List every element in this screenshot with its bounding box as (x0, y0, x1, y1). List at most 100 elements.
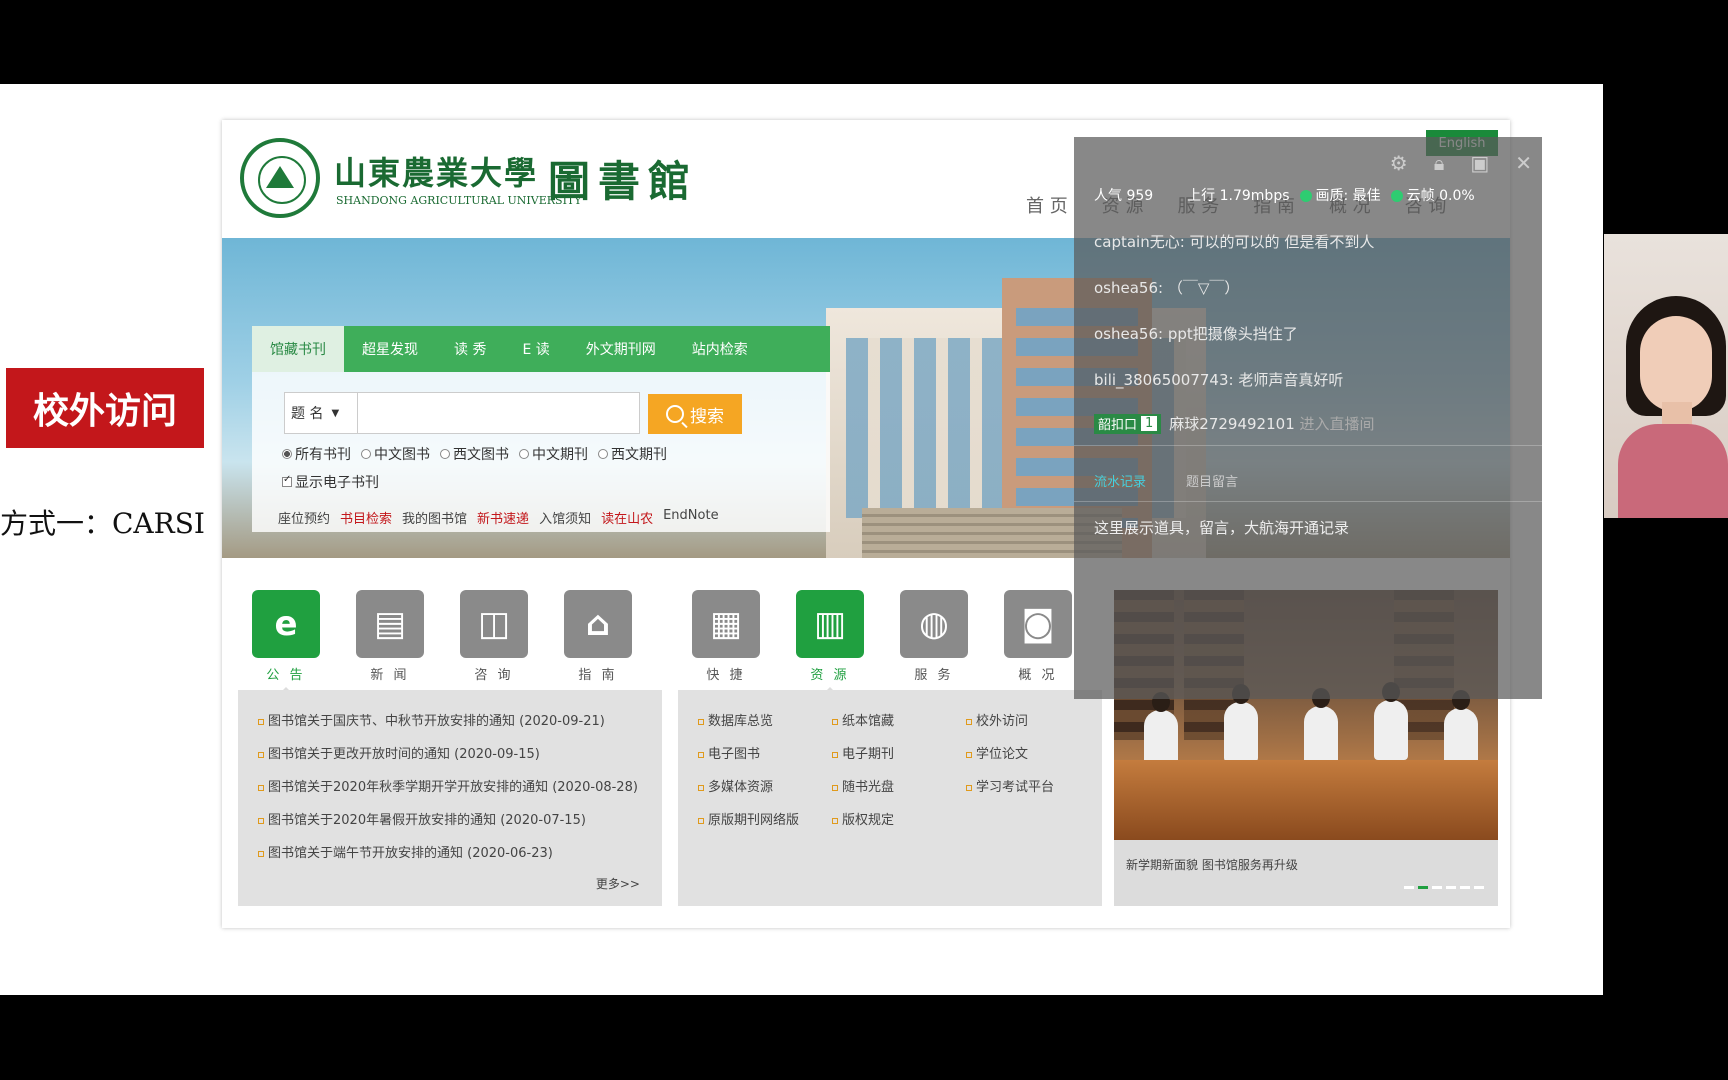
icon-services[interactable]: ◍ 服 务 (900, 590, 968, 683)
radio-western-journals[interactable]: 西文期刊 (598, 444, 667, 464)
link-reading[interactable]: 读在山农 (601, 508, 653, 527)
tab-catalog[interactable]: 馆藏书刊 (252, 326, 344, 372)
search-field-value: 题 名 (291, 406, 324, 422)
icon-announcements[interactable]: e 公 告 (252, 590, 320, 695)
method-text: 方式一：CARSI (0, 507, 205, 540)
quick-links: 座位预约 书目检索 我的图书馆 新书速递 入馆须知 读在山农 EndNote (278, 508, 719, 527)
screen: 校外访问 方式一：CARSI 山東農業大學 SHANDONG AGRICULTU… (0, 0, 1728, 1080)
slideshow-dots (1404, 886, 1484, 889)
university-seal-icon (240, 138, 320, 218)
overlay-hint: 这里展示道具，留言，大航海开通记录 (1094, 519, 1350, 537)
search-scope-radios: 所有书刊 中文图书 西文图书 中文期刊 西文期刊 (282, 444, 667, 464)
tab-superstar[interactable]: 超星发现 (344, 326, 436, 372)
camera-icon[interactable]: ▣ (1470, 151, 1489, 175)
tab-site-search[interactable]: 站内检索 (674, 326, 766, 372)
nav-home[interactable]: 首 页 (1026, 192, 1068, 218)
status-dot-icon (1390, 190, 1403, 202)
slide-dot[interactable] (1404, 886, 1414, 889)
notice-item[interactable]: 图书馆关于国庆节、中秋节开放安排的通知 (2020-09-21) (258, 710, 605, 729)
resource-link[interactable]: 电子期刊 (832, 743, 894, 762)
radio-chinese-journals[interactable]: 中文期刊 (519, 444, 588, 464)
slide-dot[interactable] (1432, 886, 1442, 889)
book-icon: ◫ (460, 590, 528, 658)
icon-consult[interactable]: ◫ 咨 询 (460, 590, 528, 683)
notice-panel: 图书馆关于国庆节、中秋节开放安排的通知 (2020-09-21) 图书馆关于更改… (238, 690, 662, 906)
search-button-label: 搜索 (690, 406, 724, 427)
status-dot-icon (1299, 190, 1312, 202)
university-english-name: SHANDONG AGRICULTURAL UNIVERSITY (336, 194, 582, 207)
slide-dot[interactable] (1460, 886, 1470, 889)
ebook-checkbox[interactable]: 显示电子书刊 (282, 472, 379, 492)
overlay-tabs: 流水记录 题目留言 (1094, 471, 1238, 490)
resource-link[interactable]: 原版期刊网络版 (698, 809, 799, 828)
stream-stats: 人气 959 上行 1.79mbps 画质: 最佳 云帧 0.0% (1094, 185, 1475, 205)
resource-link[interactable]: 版权规定 (832, 809, 894, 828)
join-message: 韶扣口 1 麻球2729492101 进入直播间 (1094, 413, 1375, 434)
link-my-library[interactable]: 我的图书馆 (402, 508, 467, 527)
gear-icon[interactable]: ⚙ (1390, 151, 1408, 175)
resource-link[interactable]: 学习考试平台 (966, 776, 1054, 795)
tab-duxiu[interactable]: 读 秀 (436, 326, 504, 372)
slide-dot[interactable] (1418, 886, 1428, 889)
radio-western-books[interactable]: 西文图书 (440, 444, 509, 464)
tab-question-messages[interactable]: 题目留言 (1186, 471, 1238, 490)
fan-badge: 韶扣口 1 (1094, 413, 1162, 434)
search-tabs: 馆藏书刊 超星发现 读 秀 E 读 外文期刊网 站内检索 (252, 326, 830, 372)
slide-dot[interactable] (1474, 886, 1484, 889)
dropdown-arrow-icon: ▼ (331, 407, 340, 419)
slide-dot[interactable] (1446, 886, 1456, 889)
radio-all[interactable]: 所有书刊 (282, 444, 351, 464)
search-doc-icon: ◙ (1004, 590, 1072, 658)
chat-message: oshea56: （￣▽￣） (1094, 279, 1240, 297)
chat-message: bili_38065007743: 老师声音真好听 (1094, 371, 1344, 389)
link-catalog-search[interactable]: 书目检索 (340, 508, 392, 527)
resource-link[interactable]: 纸本馆藏 (832, 710, 894, 729)
notice-item[interactable]: 图书馆关于更改开放时间的通知 (2020-09-15) (258, 743, 540, 762)
icon-resources[interactable]: ▥ 资 源 (796, 590, 864, 695)
tab-foreign-journals[interactable]: 外文期刊网 (568, 326, 674, 372)
globe-icon: ◍ (900, 590, 968, 658)
tab-e-read[interactable]: E 读 (504, 326, 567, 372)
notice-item[interactable]: 图书馆关于端午节开放安排的通知 (2020-06-23) (258, 842, 553, 861)
slideshow-caption[interactable]: 新学期新面貌 图书馆服务再升级 (1126, 856, 1298, 873)
search-input[interactable] (358, 392, 640, 434)
grid-icon: ▦ (692, 590, 760, 658)
link-seat-booking[interactable]: 座位预约 (278, 508, 330, 527)
notice-item[interactable]: 图书馆关于2020年暑假开放安排的通知 (2020-07-15) (258, 809, 586, 828)
university-name: 山東農業大學 (334, 154, 539, 192)
close-icon[interactable]: ✕ (1515, 151, 1532, 175)
icon-guide[interactable]: ⌂ 指 南 (564, 590, 632, 683)
icon-news[interactable]: ▤ 新 闻 (356, 590, 424, 683)
news-icon: ▤ (356, 590, 424, 658)
cloud-stat: 云帧 0.0% (1390, 185, 1475, 205)
radio-chinese-books[interactable]: 中文图书 (361, 444, 430, 464)
webcam-video (1604, 234, 1728, 518)
resource-link[interactable]: 电子图书 (698, 743, 760, 762)
live-stream-overlay: ⚙ 🔒︎ ▣ ✕ 人气 959 上行 1.79mbps 画质: 最佳 云帧 0.… (1074, 137, 1542, 699)
upload-stat: 上行 1.79mbps (1187, 188, 1290, 204)
notice-item[interactable]: 图书馆关于2020年秋季学期开学开放安排的通知 (2020-08-28) (258, 776, 638, 795)
library-name: 圖書館 (548, 157, 699, 206)
resource-link[interactable]: 多媒体资源 (698, 776, 773, 795)
lock-icon[interactable]: 🔒︎ (1434, 151, 1445, 175)
quality-stat: 画质: 最佳 (1299, 185, 1381, 205)
search-button[interactable]: 搜索 (648, 394, 742, 434)
resource-link[interactable]: 学位论文 (966, 743, 1028, 762)
chat-message: oshea56: ppt把摄像头挡住了 (1094, 325, 1298, 343)
resource-link[interactable]: 随书光盘 (832, 776, 894, 795)
ie-icon: e (252, 590, 320, 658)
search-icon (666, 405, 684, 423)
tab-flow-records[interactable]: 流水记录 (1094, 471, 1146, 490)
icon-quick[interactable]: ▦ 快 捷 (692, 590, 760, 683)
books-icon: ▥ (796, 590, 864, 658)
overlay-toolbar: ⚙ 🔒︎ ▣ ✕ (1390, 151, 1532, 175)
link-entry-notice[interactable]: 入馆须知 (539, 508, 591, 527)
search-field-select[interactable]: 题 名 ▼ (284, 392, 358, 434)
link-new-books[interactable]: 新书速递 (477, 508, 529, 527)
link-endnote[interactable]: EndNote (663, 508, 718, 527)
building-icon: ⌂ (564, 590, 632, 658)
resource-link[interactable]: 校外访问 (966, 710, 1028, 729)
more-link[interactable]: 更多>> (596, 875, 640, 892)
icon-overview[interactable]: ◙ 概 况 (1004, 590, 1072, 683)
resource-link[interactable]: 数据库总览 (698, 710, 773, 729)
